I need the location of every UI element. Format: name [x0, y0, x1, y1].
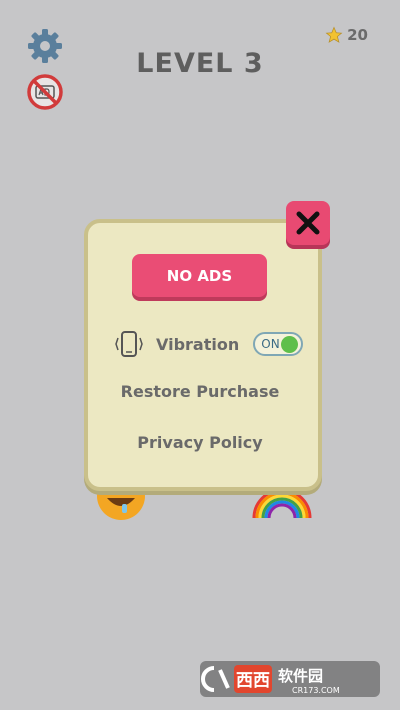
star-count: 20: [347, 26, 368, 44]
restore-purchase-link[interactable]: Restore Purchase: [100, 382, 300, 401]
star-icon: [325, 26, 343, 43]
svg-text:CR173.COM: CR173.COM: [292, 686, 340, 695]
level-title: LEVEL 3: [136, 48, 264, 79]
vibration-label: Vibration: [156, 334, 240, 354]
phone-vibrate-icon: [115, 331, 143, 357]
toggle-knob: [281, 335, 299, 353]
vibration-row: Vibration ON: [112, 330, 304, 358]
svg-text:软件园: 软件园: [278, 667, 323, 685]
vibration-toggle[interactable]: ON: [253, 332, 304, 356]
close-button[interactable]: [286, 201, 330, 245]
privacy-policy-link[interactable]: Privacy Policy: [100, 433, 300, 452]
close-icon: [296, 211, 320, 235]
svg-text:西西: 西西: [236, 671, 270, 691]
watermark-logo: 西西 软件园 CR173.COM: [200, 661, 380, 697]
star-counter: 20: [325, 26, 368, 44]
no-ads-purchase-button[interactable]: NO ADS: [132, 254, 267, 297]
toggle-state-text: ON: [261, 337, 280, 351]
